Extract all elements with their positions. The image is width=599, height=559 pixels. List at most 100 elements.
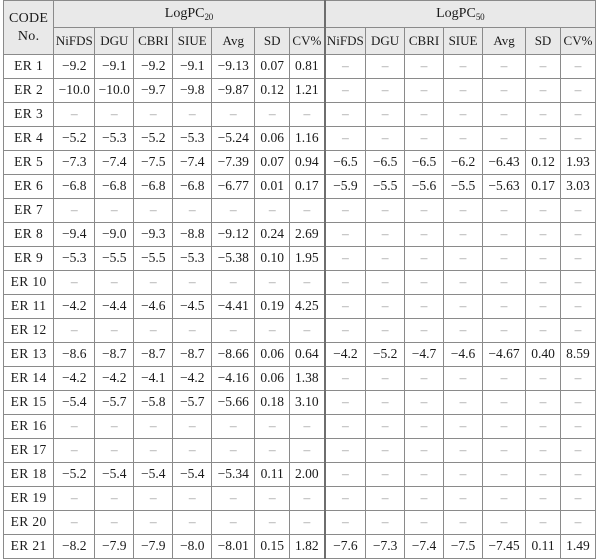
cell-pc20-cbri: – [133, 486, 174, 511]
cell-pc50-cvpct: – [559, 390, 597, 415]
header-pc20-nifds: NiFDS [53, 27, 96, 55]
cell-pc50-dgu: – [365, 390, 406, 415]
cell-pc50-siue: −4.6 [443, 342, 483, 367]
cell-pc50-siue: – [443, 54, 483, 79]
cell-pc20-dgu: – [94, 438, 135, 463]
cell-pc50-avg: – [481, 510, 527, 535]
cell-pc20-dgu: −9.1 [94, 54, 135, 79]
cell-pc50-avg: – [481, 366, 527, 391]
cell-pc20-avg: −5.66 [211, 390, 256, 415]
cell-pc20-nifds: – [53, 198, 96, 223]
table-row: ER 9 −5.3 −5.5 −5.5 −5.3 −5.38 0.10 1.95– – – – – – – [2, 246, 597, 271]
cell-pc20-avg: – [211, 102, 256, 127]
cell-pc50-dgu: −5.2 [365, 342, 406, 367]
cell-pc20-dgu: −4.4 [94, 294, 135, 319]
cell-pc50-nifds: −6.5 [323, 150, 367, 175]
cell-pc20-avg: −8.01 [211, 534, 256, 559]
cell-pc20-sd: 0.07 [254, 150, 291, 175]
cell-pc20-dgu: −7.4 [94, 150, 135, 175]
cell-pc50-siue: – [443, 126, 483, 151]
header-pc50-nifds: NiFDS [323, 27, 367, 55]
cell-pc50-cvpct: – [559, 318, 597, 343]
header-pc50-avg: Avg [481, 27, 527, 55]
cell-pc50-dgu: – [365, 318, 406, 343]
cell-pc50-avg: – [481, 486, 527, 511]
cell-pc20-sd: – [254, 102, 291, 127]
cell-pc50-cvpct: – [559, 462, 597, 487]
cell-pc50-nifds: – [323, 438, 367, 463]
cell-pc20-cbri: −4.6 [133, 294, 174, 319]
header-group-logpc50-label: LogPC [436, 6, 476, 22]
cell-pc20-cvpct: 1.82 [289, 534, 326, 559]
cell-pc50-nifds: – [323, 510, 367, 535]
cell-code: ER 19 [2, 486, 55, 511]
header-code-no: CODE No. [2, 0, 55, 55]
cell-pc50-siue: – [443, 222, 483, 247]
cell-pc20-cvpct: 4.25 [289, 294, 326, 319]
cell-pc50-sd: – [525, 486, 561, 511]
cell-pc20-dgu: −5.4 [94, 462, 135, 487]
cell-pc50-siue: – [443, 246, 483, 271]
cell-pc50-sd: – [525, 438, 561, 463]
cell-pc20-sd: 0.10 [254, 246, 291, 271]
table-row: ER 10– – – – – – – – – – – – – – [2, 270, 597, 295]
cell-pc20-sd: – [254, 198, 291, 223]
cell-pc20-cvpct: – [289, 198, 326, 223]
cell-pc50-cvpct: 1.93 [559, 150, 597, 175]
table-row: ER 13 −8.6 −8.7 −8.7 −8.7 −8.66 0.06 0.64 −4.2 −5… [2, 342, 597, 367]
cell-pc20-cbri: −8.7 [133, 342, 174, 367]
header-pc20-cbri: CBRI [133, 27, 174, 55]
cell-pc50-avg: – [481, 414, 527, 439]
cell-pc50-siue: – [443, 318, 483, 343]
cell-pc20-avg: −9.87 [211, 78, 256, 103]
cell-pc50-nifds: – [323, 366, 367, 391]
cell-pc20-sd: 0.24 [254, 222, 291, 247]
cell-pc50-sd: – [525, 222, 561, 247]
cell-pc20-avg: −5.38 [211, 246, 256, 271]
cell-pc50-avg: – [481, 270, 527, 295]
cell-pc50-dgu: – [365, 246, 406, 271]
cell-pc20-sd: 0.12 [254, 78, 291, 103]
cell-pc20-cbri: −7.9 [133, 534, 174, 559]
cell-pc20-nifds: −4.2 [53, 366, 96, 391]
cell-pc50-cvpct: – [559, 366, 597, 391]
cell-code: ER 18 [2, 462, 55, 487]
cell-pc20-cbri: −5.2 [133, 126, 174, 151]
cell-pc50-avg: – [481, 54, 527, 79]
cell-code: ER 6 [2, 174, 55, 199]
cell-pc50-cvpct: – [559, 126, 597, 151]
cell-pc20-nifds: – [53, 414, 96, 439]
cell-pc20-dgu: −9.0 [94, 222, 135, 247]
cell-pc20-cbri: – [133, 102, 174, 127]
cell-pc20-avg: – [211, 486, 256, 511]
cell-pc20-avg: −6.77 [211, 174, 256, 199]
cell-pc20-nifds: −5.3 [53, 246, 96, 271]
cell-pc50-nifds: – [323, 390, 367, 415]
cell-pc50-cbri: – [404, 318, 445, 343]
cell-pc20-avg: – [211, 270, 256, 295]
cell-pc20-cbri: – [133, 198, 174, 223]
cell-pc50-cbri: – [404, 438, 445, 463]
cell-pc20-sd: – [254, 318, 291, 343]
cell-pc20-cvpct: 3.10 [289, 390, 326, 415]
table-row: ER 15 −5.4 −5.7 −5.8 −5.7 −5.66 0.18 3.10– – – – – –… [2, 390, 597, 415]
cell-pc50-nifds: – [323, 54, 367, 79]
cell-code: ER 2 [2, 78, 55, 103]
cell-pc50-cvpct: – [559, 102, 597, 127]
cell-pc50-sd: – [525, 198, 561, 223]
cell-pc50-dgu: – [365, 198, 406, 223]
cell-pc20-cbri: −9.7 [133, 78, 174, 103]
cell-pc50-nifds: – [323, 246, 367, 271]
cell-pc20-nifds: −7.3 [53, 150, 96, 175]
cell-pc50-dgu: – [365, 126, 406, 151]
cell-pc50-siue: −6.2 [443, 150, 483, 175]
cell-pc50-dgu: – [365, 462, 406, 487]
cell-pc20-nifds: −8.2 [53, 534, 96, 559]
cell-pc50-sd: 0.40 [525, 342, 561, 367]
cell-pc50-cbri: – [404, 510, 445, 535]
cell-pc20-siue: −9.1 [172, 54, 213, 79]
cell-pc20-nifds: – [53, 102, 96, 127]
cell-pc20-dgu: – [94, 486, 135, 511]
cell-pc20-cbri: −4.1 [133, 366, 174, 391]
cell-pc20-cvpct: 0.81 [289, 54, 326, 79]
